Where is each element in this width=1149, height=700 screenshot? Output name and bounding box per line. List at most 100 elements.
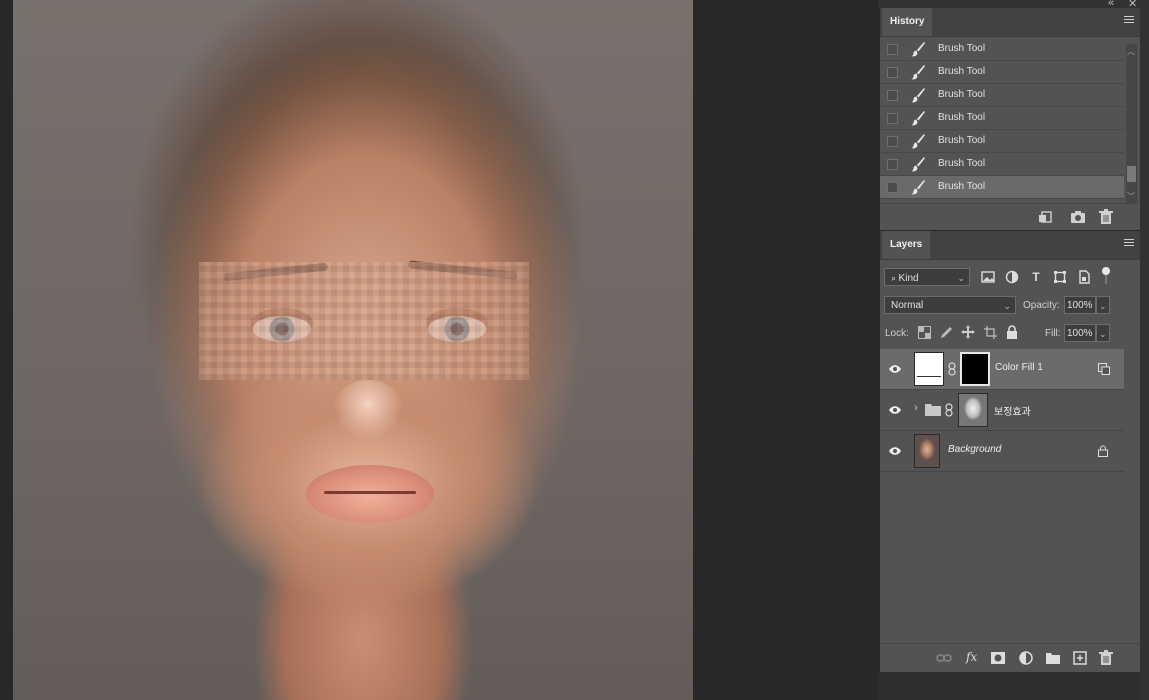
history-brush-source-checkbox[interactable] xyxy=(887,182,898,193)
lock-position-icon[interactable] xyxy=(961,325,975,339)
layer-name[interactable]: 보정효과 xyxy=(994,403,1031,418)
document-canvas-portrait[interactable] xyxy=(13,0,693,700)
lock-transparent-pixels-icon[interactable] xyxy=(918,326,931,339)
opacity-dropdown[interactable]: ⌄ xyxy=(1096,296,1110,314)
history-state-label: Brush Tool xyxy=(938,181,986,192)
visibility-eye-icon[interactable] xyxy=(888,445,902,457)
chevron-right-icon[interactable]: › xyxy=(914,402,918,414)
history-brush-source-checkbox[interactable] xyxy=(887,67,898,78)
layer-filter-kind-select[interactable]: ⌕ Kind ⌄ xyxy=(884,268,970,286)
layers-panel: Layers ⌕ Kind ⌄ T Normal ⌄ Opacity: 100% ⌄… xyxy=(880,231,1140,672)
brush-icon xyxy=(911,88,925,103)
canvas-workspace[interactable] xyxy=(0,0,878,700)
folder-icon[interactable] xyxy=(1045,650,1061,666)
lock-label: Lock: xyxy=(885,328,909,339)
opacity-input[interactable]: 100% xyxy=(1064,296,1096,314)
adjustment-filter-icon[interactable] xyxy=(1005,270,1019,284)
image-filter-icon[interactable] xyxy=(981,270,995,284)
brush-icon xyxy=(911,134,925,149)
history-state-row[interactable]: Brush Tool xyxy=(880,84,1124,107)
chevron-down-icon: ⌄ xyxy=(1099,301,1107,311)
history-state-label: Brush Tool xyxy=(938,43,986,54)
brush-icon xyxy=(911,42,925,57)
history-brush-source-checkbox[interactable] xyxy=(887,159,898,170)
background-layer-thumbnail[interactable] xyxy=(914,434,940,468)
link-chain-icon[interactable] xyxy=(948,362,956,376)
scroll-up-icon[interactable]: ︿ xyxy=(1127,46,1135,57)
dock-bottom-bar xyxy=(878,672,1140,700)
shape-filter-icon[interactable] xyxy=(1053,270,1067,284)
history-state-row[interactable]: Brush Tool xyxy=(880,130,1124,153)
history-scrollbar[interactable]: ︿ ﹀ xyxy=(1126,44,1137,204)
mask-icon[interactable] xyxy=(990,650,1006,666)
visibility-eye-icon[interactable] xyxy=(888,404,902,416)
smart-object-filter-icon[interactable] xyxy=(1077,270,1091,284)
filter-kind-value: Kind xyxy=(898,273,919,284)
link-icon[interactable] xyxy=(936,650,952,666)
fx-icon[interactable]: fx xyxy=(966,650,977,664)
visibility-eye-icon[interactable] xyxy=(888,363,902,375)
snapshot-camera-icon[interactable] xyxy=(1070,209,1086,225)
trash-icon[interactable] xyxy=(1098,209,1114,225)
history-state-label: Brush Tool xyxy=(938,66,986,77)
brush-icon xyxy=(911,111,925,126)
fill-label: Fill: xyxy=(1045,328,1061,339)
history-footer xyxy=(880,203,1140,230)
lock-artboard-icon[interactable] xyxy=(984,326,997,339)
layers-panel-menu-icon[interactable] xyxy=(1124,239,1134,249)
history-state-row[interactable]: Brush Tool xyxy=(880,107,1124,130)
history-state-row[interactable]: Brush Tool xyxy=(880,38,1124,61)
lock-image-pixels-icon[interactable] xyxy=(940,326,953,339)
opacity-value: 100% xyxy=(1067,300,1093,311)
layer-row-group[interactable]: › 보정효과 xyxy=(880,390,1124,431)
layer-row-background[interactable]: Background xyxy=(880,431,1124,472)
scroll-down-icon[interactable]: ﹀ xyxy=(1127,191,1135,202)
lock-all-icon[interactable] xyxy=(1006,325,1018,339)
type-filter-icon[interactable]: T xyxy=(1029,270,1043,284)
layer-name[interactable]: Color Fill 1 xyxy=(995,362,1043,373)
tab-history[interactable]: History xyxy=(882,8,933,36)
tab-layers[interactable]: Layers xyxy=(882,231,931,259)
blend-mode-value: Normal xyxy=(891,300,924,311)
history-state-label: Brush Tool xyxy=(938,158,986,169)
brush-icon xyxy=(911,157,925,172)
group-mask-thumbnail[interactable] xyxy=(958,393,988,427)
trash-icon[interactable] xyxy=(1098,650,1114,666)
pixelated-eye-area xyxy=(199,262,529,380)
new-document-from-state-icon[interactable] xyxy=(1038,209,1054,225)
blend-mode-select[interactable]: Normal ⌄ xyxy=(884,296,1016,314)
fill-layer-thumbnail[interactable] xyxy=(914,352,944,386)
chevron-down-icon: ⌄ xyxy=(1003,301,1011,311)
lock-icon[interactable] xyxy=(1098,445,1108,457)
history-state-row[interactable]: Brush Tool xyxy=(880,61,1124,84)
fill-thumbnail-slider xyxy=(917,376,941,383)
clipping-mask-icon xyxy=(1098,363,1110,375)
chevron-down-icon: ⌄ xyxy=(957,273,965,283)
brush-icon xyxy=(911,65,925,80)
folder-icon xyxy=(925,404,941,416)
history-tab-bar: History xyxy=(880,8,1140,37)
dock-scroll-edge xyxy=(1140,8,1149,700)
history-brush-source-checkbox[interactable] xyxy=(887,136,898,147)
history-brush-source-checkbox[interactable] xyxy=(887,90,898,101)
new-layer-icon[interactable] xyxy=(1072,650,1088,666)
layers-footer: fx xyxy=(880,643,1140,672)
history-brush-source-checkbox[interactable] xyxy=(887,113,898,124)
history-state-row[interactable]: Brush Tool xyxy=(880,153,1124,176)
history-state-label: Brush Tool xyxy=(938,135,986,146)
adjustment-icon[interactable] xyxy=(1018,650,1034,666)
fill-input[interactable]: 100% xyxy=(1064,324,1096,342)
history-brush-source-checkbox[interactable] xyxy=(887,44,898,55)
link-chain-icon[interactable] xyxy=(945,403,953,417)
layer-row-color-fill-1[interactable]: Color Fill 1 xyxy=(880,349,1124,390)
history-list: Brush Tool Brush Tool Brush Tool Brush Tool… xyxy=(880,38,1124,199)
layer-mask-thumbnail[interactable] xyxy=(960,352,990,386)
nose-highlight xyxy=(333,380,403,440)
history-scroll-thumb[interactable] xyxy=(1127,166,1136,182)
fill-dropdown[interactable]: ⌄ xyxy=(1096,324,1110,342)
search-icon: ⌕ xyxy=(891,273,899,283)
history-state-row[interactable]: Brush Tool xyxy=(880,176,1124,199)
filter-toggle-switch[interactable] xyxy=(1102,267,1110,285)
history-panel-menu-icon[interactable] xyxy=(1124,16,1134,26)
layer-name[interactable]: Background xyxy=(948,444,1001,455)
